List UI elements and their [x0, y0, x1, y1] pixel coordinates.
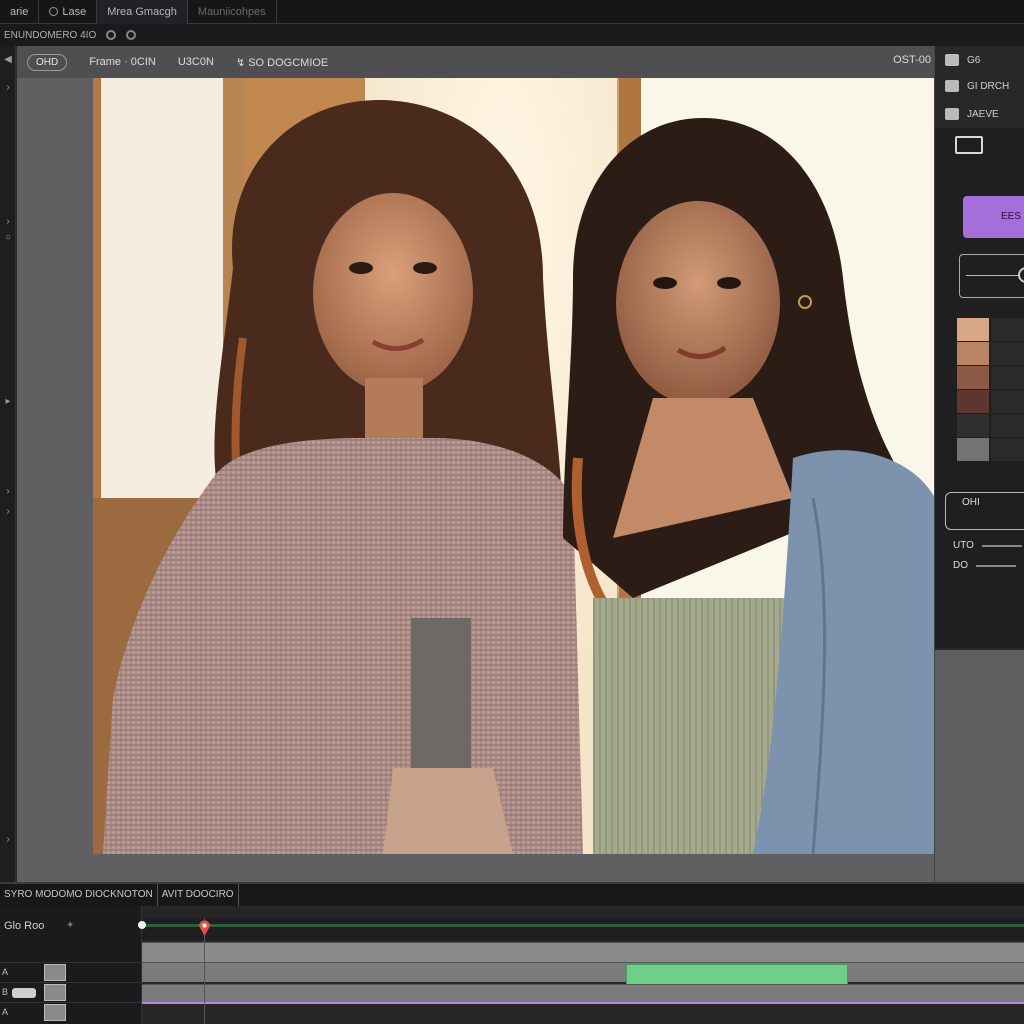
- mask-tool-icon[interactable]: ›: [2, 486, 14, 498]
- track-letter: A: [2, 1007, 9, 1017]
- tab-media-graph[interactable]: Mrea Gmacgh: [97, 0, 188, 24]
- track-header[interactable]: B: [0, 982, 142, 1002]
- range-row-2[interactable]: DO: [953, 560, 1016, 571]
- track-lock-icon[interactable]: [44, 984, 66, 1001]
- inspector-row-3-label: JAEVE: [967, 108, 999, 120]
- range-2-track[interactable]: [976, 564, 1016, 567]
- in-point-marker[interactable]: [138, 921, 146, 929]
- track-header[interactable]: A: [0, 962, 142, 982]
- pen-tool-icon[interactable]: ›: [2, 506, 14, 518]
- aspect-box-icon[interactable]: [955, 136, 983, 154]
- inspector-row-3[interactable]: JAEVE: [945, 108, 999, 120]
- blend-mode-field[interactable]: OHI: [945, 492, 1024, 530]
- project-bar: ENUNDOMERO 4IO: [0, 24, 1024, 46]
- inspector-panel: G6 GI DRCH JAEVE EES OHI UTO DO: [934, 46, 1024, 882]
- viewer-timecode: OST-00: [893, 54, 931, 66]
- swatch-value: [991, 318, 1024, 341]
- tab-label: Lase: [62, 5, 87, 18]
- swatch[interactable]: [957, 342, 989, 365]
- range-2-label: DO: [953, 560, 968, 571]
- timeline-tracks[interactable]: [138, 906, 1024, 1024]
- project-title: ENUNDOMERO 4IO: [4, 29, 97, 41]
- viewer-header: OHD Frame · 0CIN U3C0N ↯ SO DOGCMIOE OST…: [17, 46, 935, 78]
- track-lock-icon[interactable]: [44, 964, 66, 981]
- hand-tool-icon[interactable]: ›: [2, 834, 14, 846]
- track-lane[interactable]: [142, 962, 1024, 986]
- tab-arie[interactable]: arie: [0, 0, 40, 24]
- slider-knob[interactable]: [1018, 267, 1024, 283]
- color-swatches: [957, 318, 1024, 466]
- heart-icon: [945, 108, 959, 120]
- track-header[interactable]: A: [0, 1002, 142, 1022]
- swatch-value: [991, 414, 1024, 437]
- tab-mauniicohpes[interactable]: Mauniicohpes: [188, 0, 277, 24]
- viewer-res-label[interactable]: U3C0N: [178, 56, 214, 68]
- playhead-marker-icon[interactable]: [198, 920, 211, 936]
- portrait-photo: [93, 78, 935, 854]
- viewer-panel: OHD Frame · 0CIN U3C0N ↯ SO DOGCMIOE OST…: [16, 46, 935, 882]
- track-lock-icon[interactable]: [44, 1004, 66, 1021]
- video-editor-app: arie Lase Mrea Gmacgh Mauniicohpes ENUND…: [0, 0, 1024, 1024]
- play-tool-icon[interactable]: ▸: [2, 396, 14, 408]
- inspector-empty-area: [935, 650, 1024, 882]
- swatch[interactable]: [957, 366, 989, 389]
- slider-track: [966, 275, 1024, 276]
- track-lane[interactable]: [142, 984, 1024, 1004]
- timeline-subtitle[interactable]: AVIT DOOCIRO: [158, 884, 239, 906]
- swatch[interactable]: [957, 438, 989, 461]
- range-1-label: UTO: [953, 540, 974, 551]
- opacity-slider[interactable]: [959, 254, 1024, 298]
- swatch-value: [991, 438, 1024, 461]
- timeline-label: Glo Roo: [4, 920, 45, 932]
- timeline-clip[interactable]: [626, 964, 848, 986]
- viewer-mode-pill[interactable]: OHD: [27, 53, 68, 71]
- swatch[interactable]: [957, 318, 989, 341]
- tab-icon: [49, 6, 59, 16]
- audio-lane-line: [142, 1002, 1024, 1004]
- inspector-row-2-label: GI DRCH: [967, 80, 1010, 92]
- select-tool-icon[interactable]: ◀: [2, 54, 14, 66]
- track-letter: A: [2, 967, 9, 977]
- track-lane[interactable]: [142, 942, 1024, 962]
- range-1-track[interactable]: [981, 544, 1022, 547]
- timeline-header: SYRO MODOMO DIOCKNOTON AVIT DOOCIRO: [0, 882, 1024, 906]
- zoom-tool-icon[interactable]: ○: [2, 232, 14, 244]
- crop-tool-icon[interactable]: ›: [2, 216, 14, 228]
- ruler-range-bar: [142, 924, 1024, 927]
- track-toggle[interactable]: [12, 988, 36, 998]
- timeline-title: SYRO MODOMO DIOCKNOTON: [0, 884, 158, 906]
- swatch[interactable]: [957, 414, 989, 437]
- swatch[interactable]: [957, 390, 989, 413]
- swatch-value: [991, 366, 1024, 389]
- viewer-frame-label[interactable]: Frame · 0CIN: [89, 56, 156, 68]
- record-icon[interactable]: [106, 30, 117, 40]
- blend-mode-label: OHI: [962, 497, 980, 508]
- timeline-ruler[interactable]: [138, 918, 1024, 940]
- inspector-row-2[interactable]: GI DRCH: [945, 80, 1009, 92]
- arrow-tool-icon[interactable]: ›: [2, 82, 14, 94]
- apply-button[interactable]: EES: [963, 196, 1024, 238]
- timeline-track-headers: Glo Roo ✦ A B A: [0, 906, 142, 1024]
- swatch-value: [991, 390, 1024, 413]
- layers-icon: [945, 54, 959, 66]
- tab-bar: arie Lase Mrea Gmacgh Mauniicohpes: [0, 0, 1024, 24]
- viewer-transform-label[interactable]: ↯ SO DOGCMIOE: [236, 56, 328, 69]
- inspector-row-1[interactable]: G6: [945, 54, 980, 66]
- left-tool-strip: ◀ › › ○ ▸ › › ›: [0, 46, 16, 882]
- settings-icon[interactable]: [126, 30, 137, 40]
- swatch-value: [991, 342, 1024, 365]
- effects-icon: [945, 80, 959, 92]
- track-letter: B: [2, 987, 9, 997]
- pin-icon[interactable]: ✦: [66, 920, 74, 931]
- range-row-1[interactable]: UTO: [953, 540, 1022, 551]
- inspector-row-1-label: G6: [967, 54, 981, 66]
- photo-canvas[interactable]: [93, 78, 935, 854]
- tab-lase[interactable]: Lase: [39, 0, 98, 24]
